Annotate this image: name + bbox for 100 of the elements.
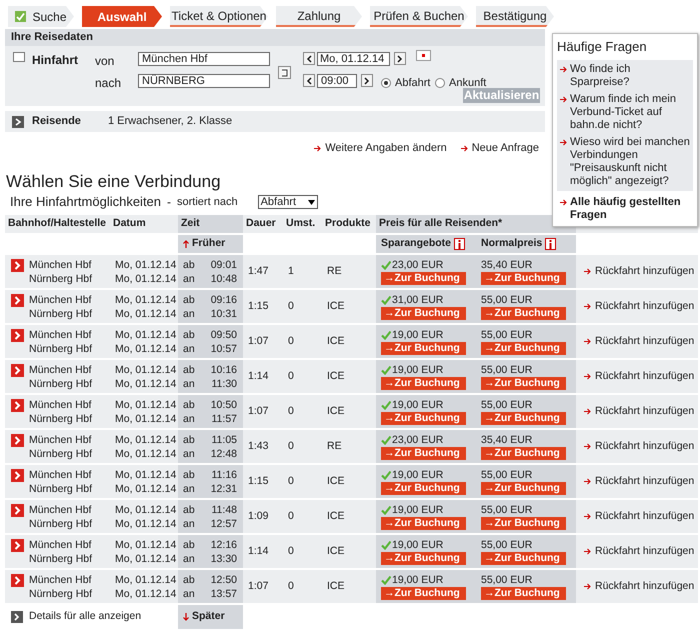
- expand-button[interactable]: [11, 329, 24, 342]
- return-trip-link[interactable]: Rückfahrt hinzufügen: [584, 544, 694, 560]
- expand-button[interactable]: [11, 504, 24, 517]
- expand-button[interactable]: [11, 399, 24, 412]
- return-trip-link[interactable]: Rückfahrt hinzufügen: [584, 298, 694, 314]
- price-text: 19,00 EUR: [392, 364, 444, 376]
- duration-text: 1:07: [248, 404, 268, 419]
- radio-button[interactable]: [435, 78, 445, 88]
- link[interactable]: Weitere Angaben ändern: [314, 141, 447, 155]
- to-field[interactable]: NÜRNBERG: [138, 74, 270, 88]
- sort-dropdown[interactable]: Abfahrt: [258, 195, 318, 209]
- expand-button[interactable]: [11, 434, 24, 447]
- faq-link[interactable]: Wieso wird bei manchen Verbindungen "Preisauskunft nicht möglich" angezeigt?: [560, 136, 690, 188]
- previous-button[interactable]: [303, 52, 315, 65]
- expand-button[interactable]: [11, 574, 24, 587]
- return-trip-link[interactable]: Rückfahrt hinzufügen: [584, 474, 694, 490]
- arrow-icon: [584, 583, 591, 590]
- faq-link[interactable]: Warum finde ich mein Verbund-Ticket auf bahn.de nicht?: [560, 92, 690, 132]
- booking-button[interactable]: →Zur Buchung: [381, 376, 466, 390]
- chevron-icon[interactable]: [12, 116, 24, 128]
- chevron-left-icon: [306, 54, 312, 62]
- time-label: an: [183, 342, 196, 356]
- progress-step[interactable]: Suche: [8, 6, 74, 27]
- time-label: ab: [183, 362, 196, 376]
- product-text: ICE: [327, 508, 345, 524]
- booking-button[interactable]: →Zur Buchung: [481, 552, 566, 564]
- booking-button[interactable]: →Zur Buchung: [481, 306, 566, 320]
- time-text: 11:57: [210, 412, 237, 426]
- return-trip-link[interactable]: Rückfahrt hinzufügen: [584, 334, 694, 350]
- swap-button[interactable]: [278, 66, 291, 79]
- date-field[interactable]: Mo, 01.12.14: [317, 52, 390, 66]
- station-name: München Hbf: [29, 328, 92, 342]
- booking-button[interactable]: →Zur Buchung: [381, 272, 466, 284]
- time-label: an: [183, 306, 196, 320]
- changes-text: 0: [288, 544, 294, 559]
- time-label: ab: [183, 538, 196, 552]
- booking-button[interactable]: →Zur Buchung: [381, 482, 466, 494]
- time-text: 09:01: [210, 258, 237, 272]
- arrow-icon: [584, 408, 591, 415]
- price-text: 55,00 EUR: [481, 364, 532, 376]
- expand-button[interactable]: [11, 539, 24, 552]
- booking-button[interactable]: →Zur Buchung: [381, 446, 466, 460]
- return-trip-link[interactable]: Rückfahrt hinzufügen: [584, 404, 694, 420]
- booking-button[interactable]: →Zur Buchung: [381, 412, 466, 424]
- info-icon[interactable]: [454, 238, 466, 250]
- time-label: ab: [183, 572, 196, 586]
- booking-button[interactable]: →Zur Buchung: [481, 342, 566, 354]
- next-button[interactable]: [394, 52, 406, 65]
- booking-button[interactable]: →Zur Buchung: [481, 446, 566, 460]
- booking-button[interactable]: →Zur Buchung: [481, 586, 566, 600]
- progress-step[interactable]: Zahlung: [276, 6, 362, 27]
- booking-button[interactable]: →Zur Buchung: [481, 516, 566, 530]
- expand-button[interactable]: [11, 364, 24, 377]
- faq-link[interactable]: Wo finde ich Sparpreise?: [560, 62, 690, 88]
- booking-button[interactable]: →Zur Buchung: [481, 376, 566, 390]
- booking-button[interactable]: →Zur Buchung: [381, 586, 466, 600]
- return-trip-link[interactable]: Rückfahrt hinzufügen: [584, 508, 694, 524]
- expand-button[interactable]: [11, 469, 24, 482]
- date-text: Mo, 01.12.14: [115, 468, 178, 482]
- from-field[interactable]: München Hbf: [138, 52, 270, 66]
- duration-text: 1:07: [248, 578, 268, 594]
- chevron-icon[interactable]: [11, 611, 23, 623]
- arrow-icon: [584, 338, 591, 345]
- expand-button[interactable]: [11, 294, 24, 307]
- station-name: Nürnberg Hbf: [29, 586, 92, 600]
- info-icon[interactable]: [545, 238, 556, 250]
- link[interactable]: Neue Anfrage: [460, 141, 539, 155]
- later-link[interactable]: Später: [178, 605, 243, 629]
- time-field[interactable]: 09:00: [317, 74, 357, 88]
- booking-button[interactable]: →Zur Buchung: [481, 482, 566, 494]
- return-trip-link[interactable]: Rückfahrt hinzufügen: [584, 438, 694, 454]
- return-trip-link[interactable]: Rückfahrt hinzufügen: [584, 368, 694, 384]
- booking-button[interactable]: →Zur Buchung: [381, 516, 466, 530]
- calendar-icon[interactable]: [416, 50, 431, 61]
- product-text: ICE: [327, 334, 345, 349]
- radio-button[interactable]: [381, 78, 391, 88]
- details-link[interactable]: Details für alle anzeigen: [29, 609, 142, 625]
- progress-step[interactable]: Prüfen & Buchen: [370, 6, 468, 27]
- price-text: 55,00 EUR: [481, 294, 532, 306]
- booking-button[interactable]: →Zur Buchung: [481, 272, 566, 284]
- changes-text: 0: [288, 474, 294, 489]
- progress-step[interactable]: Ticket & Optionen: [170, 6, 268, 27]
- check-icon: [381, 574, 391, 584]
- up-arrow-icon: [183, 240, 189, 248]
- price-text: 19,00 EUR: [392, 468, 444, 480]
- return-trip-link[interactable]: Rückfahrt hinzufügen: [584, 264, 694, 280]
- time-text: 09:16: [210, 292, 237, 306]
- earlier-link[interactable]: Früher: [178, 235, 243, 253]
- booking-button[interactable]: →Zur Buchung: [381, 306, 466, 320]
- previous-button[interactable]: [303, 74, 315, 87]
- subheading: Ihre Hinfahrtmöglichkeiten: [10, 193, 162, 212]
- booking-button[interactable]: →Zur Buchung: [381, 552, 466, 564]
- booking-button[interactable]: →Zur Buchung: [481, 412, 566, 424]
- progress-step[interactable]: Bestätigung: [476, 6, 554, 27]
- check-icon: [381, 400, 391, 410]
- return-trip-link[interactable]: Rückfahrt hinzufügen: [584, 578, 694, 594]
- next-button[interactable]: [361, 74, 373, 87]
- progress-step[interactable]: Auswahl: [82, 6, 162, 27]
- booking-button[interactable]: →Zur Buchung: [381, 342, 466, 354]
- expand-button[interactable]: [11, 259, 24, 272]
